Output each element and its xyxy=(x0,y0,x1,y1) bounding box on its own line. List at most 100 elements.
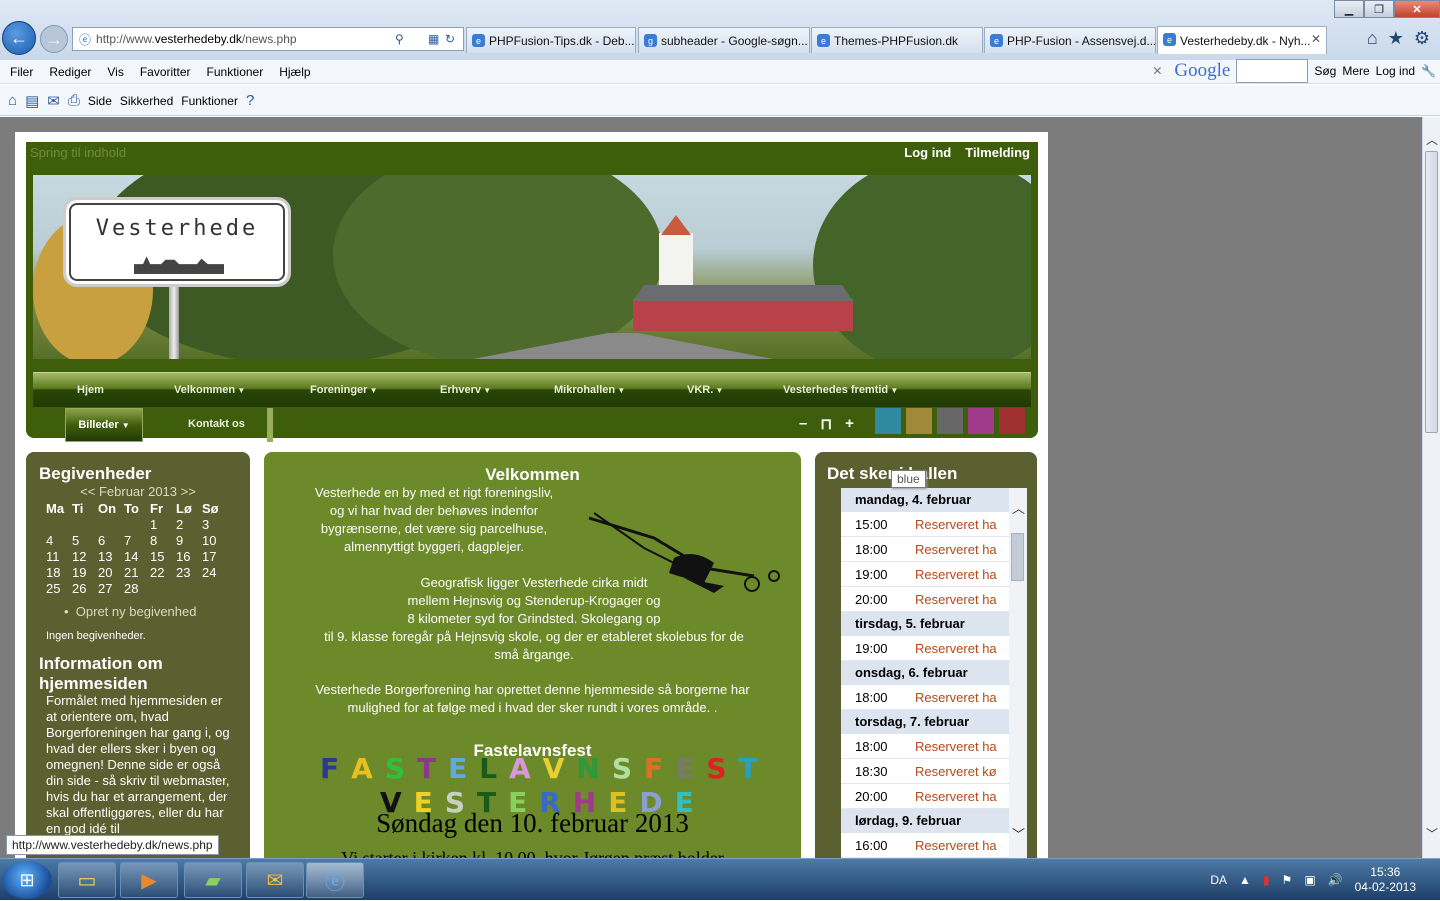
forward-button[interactable]: → xyxy=(40,25,68,53)
print-icon[interactable]: ⎙ xyxy=(68,92,80,109)
clock[interactable]: 15:36 04-02-2013 xyxy=(1355,865,1416,895)
wrench-icon[interactable]: 🔧 xyxy=(1421,64,1436,78)
schedule-slot[interactable]: 18:00 Reserveret ha xyxy=(841,537,1009,562)
register-link[interactable]: Tilmelding xyxy=(965,145,1030,160)
scroll-down-icon[interactable]: ﹀ xyxy=(1426,825,1438,842)
favorites-star-icon[interactable]: ★ xyxy=(1388,28,1404,49)
calendar-day[interactable]: 20 xyxy=(98,564,124,580)
google-search-button[interactable]: Søg xyxy=(1314,64,1336,78)
address-bar[interactable]: ⓔ http://www. vesterhedeby.dk/news.php ⚲ … xyxy=(72,27,464,51)
calendar-day[interactable]: 25 xyxy=(46,580,72,596)
login-link[interactable]: Log ind xyxy=(904,145,951,160)
schedule-slot[interactable]: 15:00 Reserveret ha xyxy=(841,512,1009,537)
page-scrollbar[interactable]: ︿ ﹀ xyxy=(1422,117,1440,858)
font-increase-button[interactable]: + xyxy=(845,415,854,433)
calendar-day[interactable]: 18 xyxy=(46,564,72,580)
skip-link[interactable]: Spring til indhold xyxy=(30,145,126,160)
schedule-slot[interactable]: 18:00 Reserveret ha xyxy=(841,734,1009,759)
google-more-button[interactable]: Mere xyxy=(1342,64,1369,78)
tab-4[interactable]: e Vesterhedeby.dk - Nyh... ✕ xyxy=(1157,26,1327,54)
nav-item-6[interactable]: Vesterhedes fremtid ▼ xyxy=(783,384,898,396)
nav-item-3[interactable]: Erhverv ▼ xyxy=(440,384,491,396)
outlook-taskbar-icon[interactable]: ✉ xyxy=(246,862,304,898)
menu-item-5[interactable]: Hjælp xyxy=(279,65,310,79)
minimize-button[interactable]: ▁ xyxy=(1334,0,1364,18)
color-swatch-0[interactable] xyxy=(875,408,901,434)
ie-taskbar-icon[interactable]: ⓔ xyxy=(306,862,364,898)
font-reset-button[interactable]: ⊓ xyxy=(820,415,832,433)
gear-icon[interactable]: ⚙ xyxy=(1414,28,1430,49)
compat-view-icon[interactable]: ▦ xyxy=(428,32,439,46)
color-swatch-4[interactable] xyxy=(999,408,1025,434)
calendar-day[interactable]: 27 xyxy=(98,580,124,596)
calendar-day[interactable]: 22 xyxy=(150,564,176,580)
calendar-day[interactable]: 6 xyxy=(98,532,124,548)
menu-item-2[interactable]: Vis xyxy=(107,65,123,79)
calendar-nav[interactable]: << Februar 2013 >> xyxy=(26,484,250,499)
schedule-scrollbar[interactable]: ︿ ﹀ xyxy=(1009,488,1027,858)
explorer-taskbar-icon[interactable]: ▭ xyxy=(58,862,116,898)
schedule-slot[interactable]: 20:00 Reserveret ha xyxy=(841,784,1009,809)
calendar-day[interactable]: 3 xyxy=(202,516,228,532)
scroll-up-icon[interactable]: ︿ xyxy=(1012,498,1025,517)
tab-0[interactable]: e PHPFusion-Tips.dk - Deb... xyxy=(466,27,636,53)
start-button[interactable]: ⊞ xyxy=(2,861,52,899)
google-search-input[interactable] xyxy=(1236,59,1309,83)
calendar-day[interactable]: 26 xyxy=(72,580,98,596)
schedule-slot[interactable]: 18:30 Reserveret kø xyxy=(841,759,1009,784)
tab-3[interactable]: e PHP-Fusion - Assensvej.d... xyxy=(984,27,1156,53)
schedule-slot[interactable]: 19:00 Reserveret ha xyxy=(841,636,1009,661)
back-button[interactable]: ← xyxy=(2,21,36,55)
calendar-day[interactable]: 11 xyxy=(46,548,72,564)
color-swatch-1[interactable] xyxy=(906,408,932,434)
rss-icon[interactable]: ▤ xyxy=(25,92,39,110)
volume-icon[interactable]: 🔊 xyxy=(1328,873,1343,887)
nav-item-0[interactable]: Hjem xyxy=(77,384,104,396)
refresh-icon[interactable]: ↻ xyxy=(445,32,455,46)
menu-item-4[interactable]: Funktioner xyxy=(207,65,264,79)
calendar-day[interactable]: 23 xyxy=(176,564,202,580)
calendar-day[interactable]: 28 xyxy=(124,580,150,596)
home-icon[interactable]: ⌂ xyxy=(1367,28,1378,49)
scroll-up-icon[interactable]: ︿ xyxy=(1426,131,1438,148)
menu-item-3[interactable]: Favoritter xyxy=(140,65,191,79)
calendar-day[interactable]: 2 xyxy=(176,516,202,532)
cmd-security-button[interactable]: Sikkerhed xyxy=(120,94,173,108)
calendar-day[interactable]: 14 xyxy=(124,548,150,564)
calendar-day[interactable]: 17 xyxy=(202,548,228,564)
close-window-button[interactable]: ✕ xyxy=(1394,0,1440,18)
nav-item-2[interactable]: Foreninger ▼ xyxy=(310,384,378,396)
nav-item-kontakt[interactable]: Kontakt os xyxy=(188,418,245,430)
flag-icon[interactable]: ⚑ xyxy=(1282,873,1293,887)
calendar-day[interactable]: 8 xyxy=(150,532,176,548)
calendar-day[interactable]: 9 xyxy=(176,532,202,548)
nav-item-4[interactable]: Mikrohallen ▼ xyxy=(554,384,625,396)
scroll-down-icon[interactable]: ﹀ xyxy=(1012,824,1025,843)
calendar-day[interactable]: 13 xyxy=(98,548,124,564)
tab-1[interactable]: g subheader - Google-søgn... xyxy=(638,27,810,53)
close-toolbar-icon[interactable]: ✕ xyxy=(1152,64,1162,78)
calendar-day[interactable]: 12 xyxy=(72,548,98,564)
schedule-slot[interactable]: 18:00 Reserveret ha xyxy=(841,685,1009,710)
calendar-day[interactable]: 4 xyxy=(46,532,72,548)
tray-arrow-icon[interactable]: ▲ xyxy=(1239,873,1251,887)
calendar-day[interactable]: 1 xyxy=(150,516,176,532)
cmd-tools-button[interactable]: Funktioner xyxy=(181,94,238,108)
language-indicator[interactable]: DA xyxy=(1210,873,1227,887)
calendar-day[interactable]: 19 xyxy=(72,564,98,580)
cmd-side-button[interactable]: Side xyxy=(88,94,112,108)
color-swatch-2[interactable] xyxy=(937,408,963,434)
google-login-button[interactable]: Log ind xyxy=(1376,64,1415,78)
calendar-day[interactable]: 15 xyxy=(150,548,176,564)
media-player-taskbar-icon[interactable]: ▶ xyxy=(120,862,178,898)
tab-2[interactable]: e Themes-PHPFusion.dk xyxy=(811,27,983,53)
home-icon[interactable]: ⌂ xyxy=(8,92,17,109)
color-swatch-3[interactable] xyxy=(968,408,994,434)
font-decrease-button[interactable]: – xyxy=(799,415,807,433)
new-event-link[interactable]: • Opret ny begivenhed xyxy=(64,604,196,619)
close-tab-icon[interactable]: ✕ xyxy=(1311,32,1321,46)
schedule-slot[interactable]: 16:00 Reserveret ha xyxy=(841,833,1009,858)
calendar-day[interactable]: 21 xyxy=(124,564,150,580)
files-taskbar-icon[interactable]: ▰ xyxy=(184,862,242,898)
calendar-day[interactable]: 24 xyxy=(202,564,228,580)
